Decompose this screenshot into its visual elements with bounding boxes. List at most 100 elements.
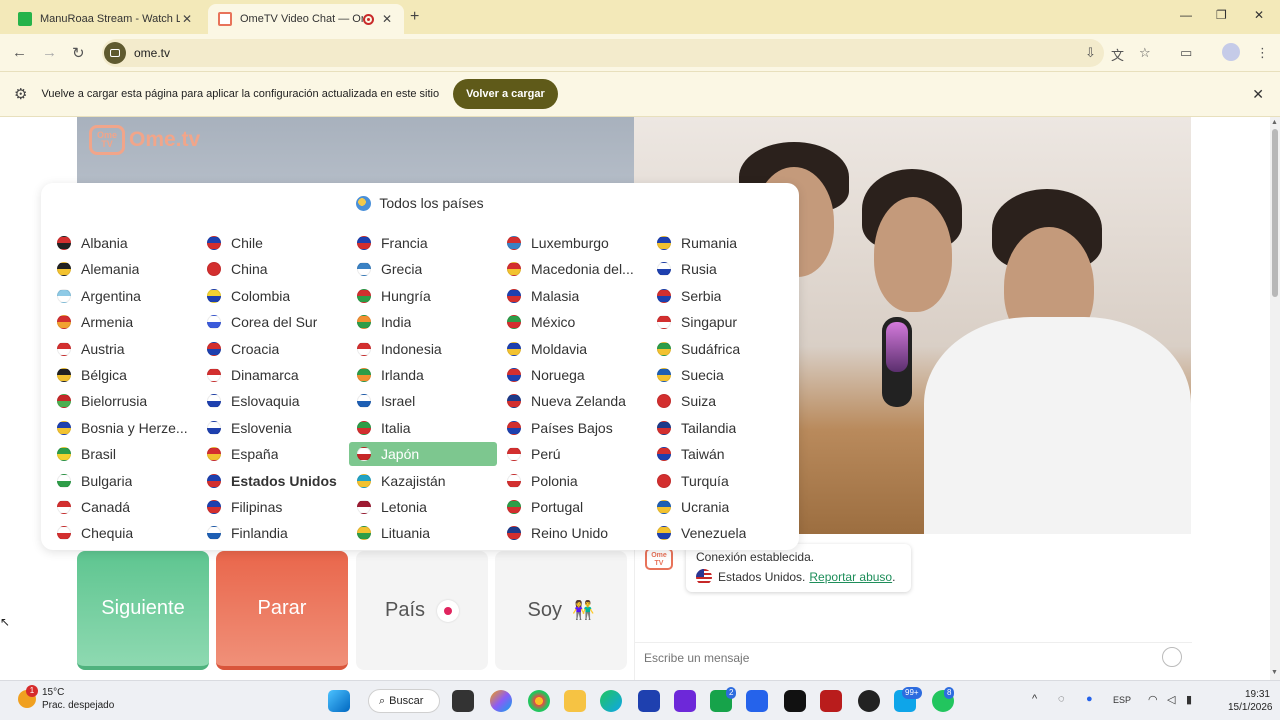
copilot-icon[interactable] (490, 690, 512, 712)
country-option[interactable]: Canadá (49, 495, 197, 519)
side-panel-icon[interactable]: ▭ (1180, 45, 1192, 61)
scroll-thumb[interactable] (1272, 129, 1278, 297)
close-tab-icon[interactable]: ✕ (180, 12, 194, 26)
country-option[interactable]: Irlanda (349, 363, 497, 387)
country-option[interactable]: Finlandia (199, 521, 347, 545)
minimize-icon[interactable]: — (1180, 8, 1192, 22)
task-view-icon[interactable] (452, 690, 474, 712)
country-option[interactable]: Dinamarca (199, 363, 347, 387)
message-input[interactable] (644, 650, 1144, 665)
scroll-up-icon[interactable]: ▲ (1271, 119, 1278, 126)
country-option[interactable]: Croacia (199, 337, 347, 361)
tiktok-icon[interactable] (784, 690, 806, 712)
weather-widget[interactable]: 1 15°C Prac. despejado (18, 685, 114, 712)
country-option[interactable]: Chile (199, 231, 347, 255)
country-option[interactable]: Bielorrusia (49, 389, 197, 413)
app-icon[interactable] (674, 690, 696, 712)
maximize-icon[interactable]: ❐ (1216, 8, 1227, 22)
mic-icon[interactable]: ● (1086, 693, 1093, 705)
close-infobar-icon[interactable]: ✕ (1252, 86, 1264, 103)
country-option[interactable]: Macedonia del... (499, 257, 647, 281)
close-tab-icon[interactable]: ✕ (380, 12, 394, 26)
country-option[interactable]: Reino Unido (499, 521, 647, 545)
scroll-down-icon[interactable]: ▼ (1271, 669, 1278, 676)
country-option[interactable]: Armenia (49, 310, 197, 334)
power-icon[interactable]: ▮ (1186, 693, 1192, 706)
back-icon[interactable]: ← (12, 44, 27, 61)
site-info-icon[interactable] (104, 42, 126, 64)
country-option[interactable]: Eslovenia (199, 416, 347, 440)
country-option[interactable]: Israel (349, 389, 497, 413)
tray-chevron-icon[interactable]: ^ (1032, 693, 1037, 705)
voicemeeter-icon[interactable] (820, 690, 842, 712)
country-option[interactable]: Francia (349, 231, 497, 255)
reload-page-button[interactable]: Volver a cargar (453, 79, 558, 109)
country-option[interactable]: Noruega (499, 363, 647, 387)
clock[interactable]: 19:31 15/1/2026 (1228, 688, 1273, 714)
country-option[interactable]: Venezuela (649, 521, 797, 545)
forward-icon[interactable]: → (42, 44, 57, 61)
store-icon[interactable] (638, 690, 660, 712)
country-option[interactable]: Suiza (649, 389, 797, 413)
url-text[interactable]: ome.tv (134, 46, 170, 60)
country-option[interactable]: Grecia (349, 257, 497, 281)
all-countries-option[interactable]: Todos los países (41, 195, 799, 211)
country-option[interactable]: Luxemburgo (499, 231, 647, 255)
app-icon-2[interactable] (746, 690, 768, 712)
gender-button[interactable]: Soy 👫 (495, 551, 627, 670)
translate-icon[interactable]: 文 (1111, 45, 1124, 64)
country-option[interactable]: Suecia (649, 363, 797, 387)
install-app-icon[interactable]: ⇩ (1085, 45, 1096, 61)
profile-avatar[interactable] (1222, 43, 1240, 61)
country-option[interactable]: Rumania (649, 231, 797, 255)
country-option[interactable]: Serbia (649, 284, 797, 308)
country-option[interactable]: Albania (49, 231, 197, 255)
volume-icon[interactable]: ◁ (1167, 693, 1175, 706)
country-option[interactable]: Japón (349, 442, 497, 467)
country-option[interactable]: Filipinas (199, 495, 347, 519)
country-option[interactable]: Indonesia (349, 337, 497, 361)
country-option[interactable]: Brasil (49, 442, 197, 466)
country-option[interactable]: Austria (49, 337, 197, 361)
country-option[interactable]: Sudáfrica (649, 337, 797, 361)
country-option[interactable]: Bosnia y Herze... (49, 416, 197, 440)
country-option[interactable]: México (499, 310, 647, 334)
country-option[interactable]: India (349, 310, 497, 334)
menu-icon[interactable]: ⋮ (1256, 45, 1269, 61)
wifi-icon[interactable]: ◠ (1148, 693, 1158, 706)
country-option[interactable]: Rusia (649, 257, 797, 281)
country-option[interactable]: Países Bajos (499, 416, 647, 440)
next-button[interactable]: Siguiente (77, 551, 209, 670)
country-option[interactable]: Tailandia (649, 416, 797, 440)
country-button[interactable]: País (356, 551, 488, 670)
country-option[interactable]: Bélgica (49, 363, 197, 387)
stop-button[interactable]: Parar (216, 551, 348, 670)
obs-icon[interactable] (858, 690, 880, 712)
country-option[interactable]: Bulgaria (49, 469, 197, 493)
country-option[interactable]: Alemania (49, 257, 197, 281)
battery-icon[interactable]: ◌ (1058, 693, 1065, 705)
country-option[interactable]: Ucrania (649, 495, 797, 519)
tab-manuroaa-stream[interactable]: ManuRoaa Stream - Watch Live ✕ (8, 4, 204, 34)
country-option[interactable]: Estados Unidos (199, 469, 347, 493)
edge-icon[interactable] (600, 690, 622, 712)
country-option[interactable]: Polonia (499, 469, 647, 493)
emoji-icon[interactable] (1162, 647, 1182, 667)
country-option[interactable]: Portugal (499, 495, 647, 519)
country-option[interactable]: España (199, 442, 347, 466)
country-option[interactable]: Hungría (349, 284, 497, 308)
file-explorer-icon[interactable] (564, 690, 586, 712)
country-option[interactable]: Turquía (649, 469, 797, 493)
country-option[interactable]: Singapur (649, 310, 797, 334)
chrome-icon[interactable] (528, 690, 550, 712)
country-option[interactable]: Lituania (349, 521, 497, 545)
country-option[interactable]: Argentina (49, 284, 197, 308)
tab-ometv[interactable]: OmeTV Video Chat — Ome ✕ (208, 4, 404, 34)
bookmark-star-icon[interactable]: ☆ (1139, 45, 1151, 61)
country-option[interactable]: Nueva Zelanda (499, 389, 647, 413)
country-option[interactable]: Letonia (349, 495, 497, 519)
start-icon[interactable] (328, 690, 350, 712)
new-tab-button[interactable]: + (410, 8, 419, 26)
page-scrollbar[interactable]: ▲ ▼ (1270, 117, 1280, 680)
language-indicator[interactable]: ESP (1113, 695, 1131, 705)
